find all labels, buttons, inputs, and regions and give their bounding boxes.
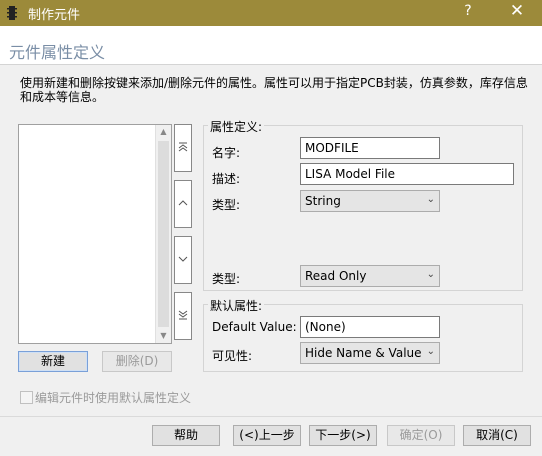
delete-property-button[interactable]: 删除(D): [102, 351, 172, 372]
chevron-down-icon: ⌄: [426, 269, 435, 280]
name-field[interactable]: MODFILE: [300, 137, 440, 159]
access-type-label: 类型:: [212, 272, 241, 286]
description-field[interactable]: LISA Model File: [300, 163, 514, 185]
page-heading: 元件属性定义: [9, 43, 106, 62]
chevron-down-icon: ⌄: [426, 194, 435, 205]
access-type-select[interactable]: Read Only ⌄: [300, 265, 440, 287]
wizard-header: 元件属性定义: [0, 26, 542, 65]
use-default-definitions-label: 编辑元件时使用默认属性定义: [35, 391, 192, 405]
next-button[interactable]: 下一步(>): [309, 425, 377, 446]
title-bar: 制作元件 ? ✕: [0, 0, 542, 26]
property-list[interactable]: ▲ ▼: [18, 124, 172, 344]
default-properties-title: 默认属性:: [208, 297, 265, 314]
window-title: 制作元件: [28, 8, 81, 23]
move-bottom-icon: [178, 310, 188, 320]
move-bottom-button[interactable]: [174, 292, 192, 340]
move-up-icon: [178, 200, 188, 206]
name-label: 名字:: [212, 146, 241, 160]
close-icon[interactable]: ✕: [508, 1, 526, 21]
type-select[interactable]: String ⌄: [300, 190, 440, 212]
move-down-icon: [178, 256, 188, 262]
type-label: 类型:: [212, 198, 241, 212]
default-value-field[interactable]: (None): [300, 316, 440, 338]
move-up-button[interactable]: [174, 180, 192, 228]
move-down-button[interactable]: [174, 236, 192, 284]
move-top-button[interactable]: [174, 124, 192, 172]
scroll-down-icon[interactable]: ▼: [156, 329, 171, 343]
move-top-icon: [178, 142, 188, 152]
visibility-select-value: Hide Name & Value: [305, 346, 422, 360]
description-label: 描述:: [212, 172, 241, 186]
app-icon: [7, 6, 17, 20]
footer-separator: [0, 416, 542, 417]
new-property-button[interactable]: 新建: [18, 351, 88, 372]
access-type-select-value: Read Only: [305, 269, 367, 283]
help-icon[interactable]: ?: [460, 3, 476, 19]
type-select-value: String: [305, 194, 341, 208]
list-scrollbar[interactable]: ▲ ▼: [155, 125, 171, 343]
property-definition-title: 属性定义:: [208, 118, 265, 135]
scroll-thumb[interactable]: [158, 141, 169, 327]
back-button[interactable]: (<)上一步: [233, 425, 301, 446]
cancel-button[interactable]: 取消(C): [463, 425, 531, 446]
help-button[interactable]: 帮助: [152, 425, 220, 446]
description-text: 使用新建和删除按键来添加/删除元件的属性。属性可以用于指定PCB封装，仿真参数，…: [20, 76, 528, 104]
visibility-label: 可见性:: [212, 349, 253, 363]
scroll-up-icon[interactable]: ▲: [156, 125, 171, 139]
default-value-label: Default Value:: [212, 320, 297, 334]
ok-button[interactable]: 确定(O): [387, 425, 455, 446]
use-default-definitions-checkbox[interactable]: [20, 391, 33, 404]
chevron-down-icon: ⌄: [426, 346, 435, 357]
visibility-select[interactable]: Hide Name & Value ⌄: [300, 342, 440, 364]
